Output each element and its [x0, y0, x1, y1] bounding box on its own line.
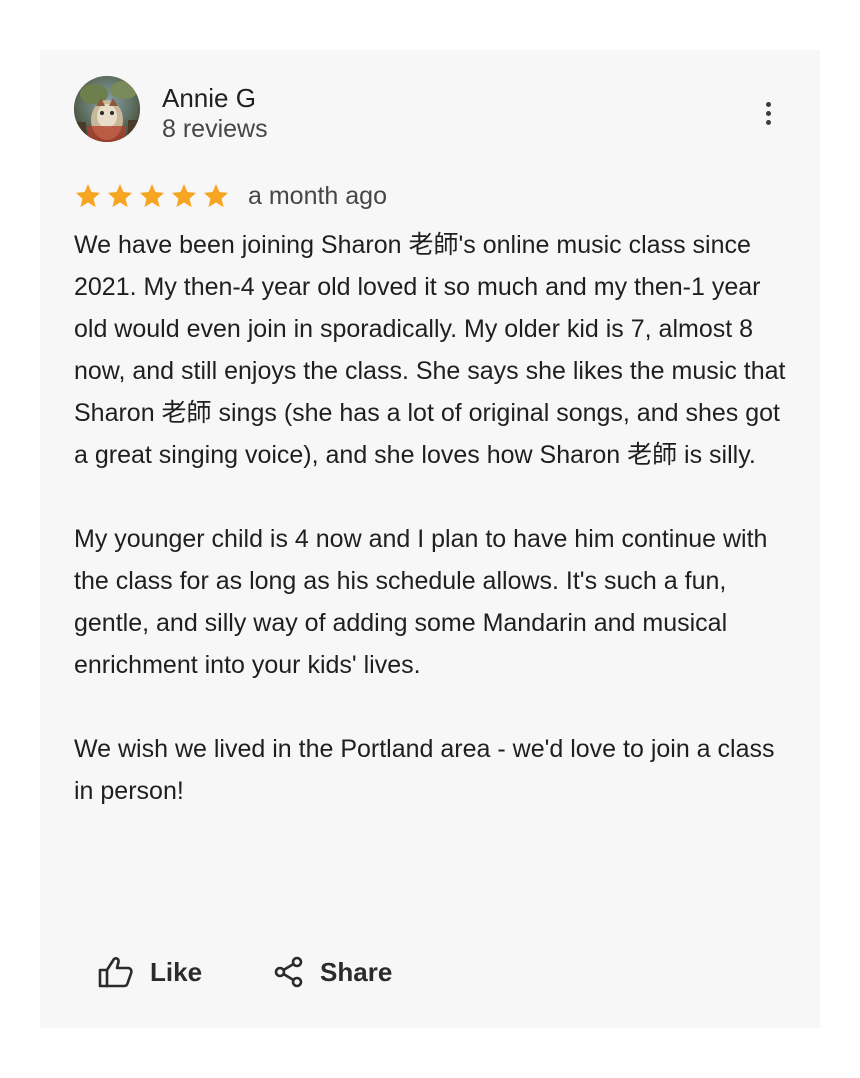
avatar[interactable] — [74, 76, 140, 142]
more-dot — [765, 110, 771, 116]
author-name[interactable]: Annie G — [162, 82, 268, 114]
rating-row: a month ago — [74, 178, 387, 214]
thumbs-up-icon — [98, 957, 133, 988]
like-label: Like — [150, 956, 203, 987]
review-paragraph: My younger child is 4 now and I plan to … — [74, 525, 768, 679]
review-header: Annie G 8 reviews — [74, 76, 790, 146]
review-actions: Like Share — [98, 950, 392, 994]
avatar-image — [74, 76, 140, 142]
review-text: We have been joining Sharon 老師's online … — [74, 224, 794, 812]
more-dot — [765, 101, 771, 107]
review-card: Annie G 8 reviews a month ago We have be… — [40, 50, 820, 1028]
star-icon — [171, 184, 197, 208]
share-button[interactable]: Share — [274, 956, 392, 988]
like-button[interactable]: Like — [98, 956, 202, 988]
review-paragraph: We have been joining Sharon 老師's online … — [74, 231, 786, 469]
star-icon — [107, 184, 133, 208]
star-icon — [75, 184, 101, 208]
star-icon — [203, 184, 229, 208]
review-paragraph: We wish we lived in the Portland area - … — [74, 735, 775, 805]
more-vertical-icon[interactable] — [756, 98, 780, 128]
more-dot — [765, 119, 771, 125]
share-icon — [274, 956, 303, 988]
star-icon — [139, 184, 165, 208]
author-info: Annie G 8 reviews — [162, 82, 268, 144]
review-date: a month ago — [248, 181, 387, 210]
star-rating — [74, 182, 230, 210]
share-label: Share — [320, 956, 393, 987]
author-review-count[interactable]: 8 reviews — [162, 114, 268, 144]
